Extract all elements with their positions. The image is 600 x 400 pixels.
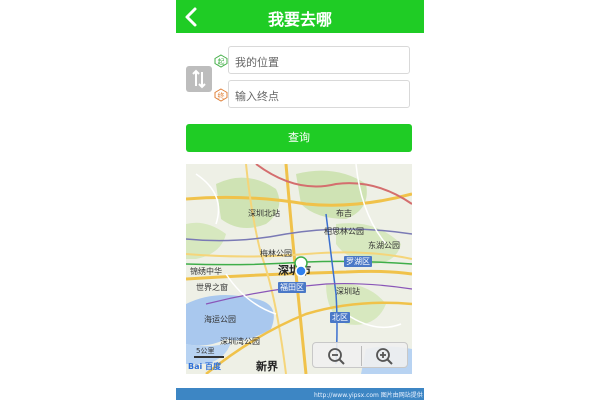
end-placeholder: 输入终点 — [235, 90, 279, 103]
start-marker-icon: 起 — [214, 54, 228, 68]
map-view[interactable]: 深圳北站 布吉 相思林公园 梅林公园 东湖公园 罗湖区 深圳市 福田区 世界之窗… — [186, 164, 412, 374]
phone-screen: 我要去哪 起 我的位置 终 输入终点 查询 深圳北站 布吉 相思林公园 梅林公园… — [176, 0, 424, 400]
map-label-shenzhen-north: 深圳北站 — [248, 209, 280, 218]
map-label-luohu: 罗湖区 — [344, 256, 372, 267]
map-label-buji: 布吉 — [336, 209, 352, 218]
map-label-jinxiu: 锦绣中华 — [190, 267, 222, 276]
start-placeholder: 我的位置 — [235, 56, 279, 69]
baidu-logo: Bai 百度 — [188, 362, 222, 371]
map-label-donghu: 东湖公园 — [368, 241, 400, 250]
map-label-meilin: 梅林公园 — [260, 249, 292, 258]
end-input[interactable]: 输入终点 — [228, 80, 410, 108]
title-bar: 我要去哪 — [176, 0, 424, 33]
map-label-beiqu: 北区 — [330, 312, 350, 323]
map-label-shenzhen-station: 深圳站 — [336, 287, 360, 296]
start-input[interactable]: 我的位置 — [228, 46, 410, 74]
map-label-xiangsi: 相思林公园 — [324, 227, 364, 236]
page-title: 我要去哪 — [267, 10, 332, 29]
map-label-xinjie: 新界 — [256, 360, 278, 373]
scale-text: 5公里 — [196, 347, 215, 355]
zoom-in-icon[interactable] — [375, 347, 395, 365]
map-label-shenzhen-bay: 深圳湾公园 — [220, 337, 260, 346]
map-label-world-window: 世界之窗 — [196, 283, 228, 292]
route-form: 起 我的位置 终 输入终点 — [186, 44, 414, 110]
scale-bar — [194, 356, 224, 358]
swap-button[interactable] — [186, 66, 212, 92]
end-marker-icon: 终 — [214, 88, 228, 102]
svg-text:起: 起 — [218, 58, 225, 66]
svg-text:终: 终 — [218, 91, 225, 100]
zoom-control — [312, 342, 408, 368]
watermark-text: http://www.yipsx.com 图片由网站提供 — [314, 392, 423, 399]
zoom-out-icon[interactable] — [327, 347, 347, 365]
query-button[interactable]: 查询 — [186, 124, 412, 152]
map-label-futian: 福田区 — [278, 282, 306, 293]
location-pin-icon — [294, 256, 308, 277]
zoom-separator — [361, 346, 362, 366]
map-label-haiyun: 海运公园 — [204, 315, 236, 324]
swap-arrows-icon — [192, 69, 206, 89]
